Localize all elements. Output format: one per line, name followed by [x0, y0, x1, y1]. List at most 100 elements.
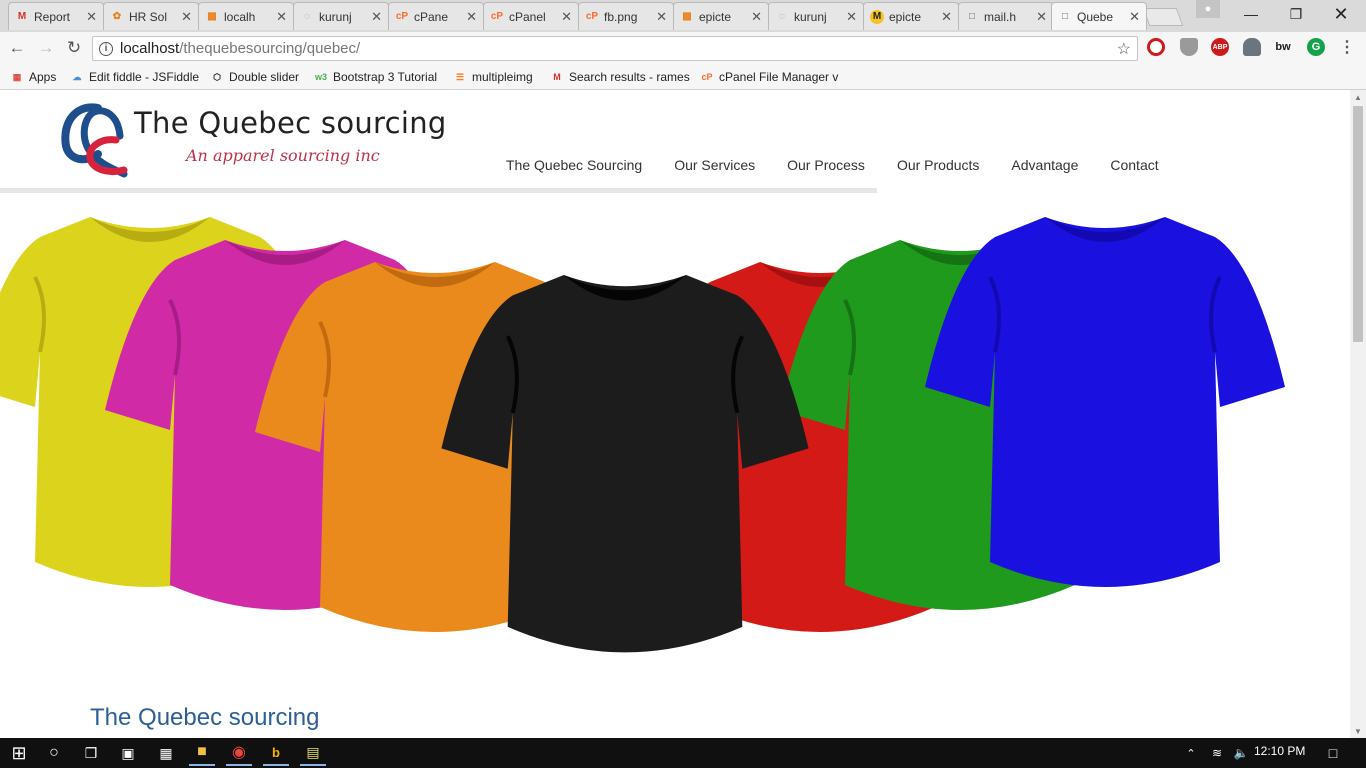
tab-close-icon[interactable]: ✕	[941, 9, 952, 25]
reload-button[interactable]: ↻	[63, 37, 85, 59]
loading-icon: ◌	[304, 11, 310, 22]
header-divider	[0, 188, 877, 193]
bookmark-item[interactable]: w3 Bootstrap 3 Tutorial	[314, 68, 437, 86]
ghostery-icon[interactable]	[1243, 38, 1261, 56]
page-icon: □	[968, 11, 976, 22]
adblock-icon[interactable]: ABP	[1211, 38, 1229, 56]
gmail-icon: M	[17, 11, 27, 22]
address-bar[interactable]: i localhost/thequebesourcing/quebec/ ☆	[92, 36, 1138, 61]
hero-image	[0, 217, 1285, 653]
bookmark-star-icon[interactable]: ☆	[1117, 39, 1131, 59]
tab-close-icon[interactable]: ✕	[371, 9, 382, 25]
browser-tab[interactable]: ◌ kurunj ✕	[768, 2, 864, 30]
tab-close-icon[interactable]: ✕	[561, 9, 572, 25]
taskbar-clock[interactable]: 12:10 PM	[1254, 744, 1305, 758]
phpmyadmin-icon: ▩	[207, 11, 217, 22]
browser-tab[interactable]: cP cPanel ✕	[483, 2, 579, 30]
bookmarks-bar: ▦ Apps ☁ Edit fiddle - JSFiddle ⬡ Double slid…	[0, 64, 1366, 90]
bookmark-item[interactable]: ☰ multipleimg	[453, 68, 533, 86]
info-icon[interactable]: i	[99, 41, 113, 56]
back-button[interactable]: ←	[6, 37, 28, 59]
browser-tab[interactable]: □ Quebe ✕	[1051, 2, 1147, 30]
notifications-icon[interactable]: □	[1320, 740, 1346, 766]
tab-close-icon[interactable]: ✕	[181, 9, 192, 25]
bing-icon[interactable]: b	[263, 740, 289, 766]
page-scrollbar[interactable]: ▲ ▼	[1350, 90, 1366, 738]
browser-tab[interactable]: cP fb.png ✕	[578, 2, 674, 30]
site-tagline: An apparel sourcing inc	[186, 146, 380, 165]
tray-expand-icon[interactable]: ⌃	[1178, 740, 1204, 766]
volume-icon[interactable]: 🔈	[1228, 740, 1254, 766]
chrome-icon[interactable]: ◉	[226, 740, 252, 766]
section-heading: The Quebec sourcing	[90, 704, 320, 731]
page-icon: □	[1061, 11, 1069, 22]
url-host: localhost	[120, 40, 180, 57]
browser-tab[interactable]: Mepicte ✕	[863, 2, 959, 30]
tab-close-icon[interactable]: ✕	[1129, 9, 1140, 25]
bookmark-item[interactable]: M Search results - rames	[550, 68, 690, 86]
tab-close-icon[interactable]: ✕	[751, 9, 762, 25]
site-title[interactable]: The Quebec sourcing	[134, 106, 447, 140]
m-icon: M	[870, 9, 884, 24]
bookmark-item[interactable]: ☁ Edit fiddle - JSFiddle	[70, 68, 200, 86]
scroll-down-icon[interactable]: ▼	[1350, 724, 1366, 738]
bookmark-item[interactable]: cP cPanel File Manager v	[700, 68, 838, 86]
browser-tab[interactable]: ✿ HR Sol ✕	[103, 2, 199, 30]
tab-label: epicte	[699, 9, 732, 24]
windows-start-icon[interactable]: ⊞	[6, 740, 32, 766]
browser-tab[interactable]: ▩ epicte ✕	[673, 2, 769, 30]
bookmark-label: cPanel File Manager v	[719, 70, 839, 84]
browser-tab[interactable]: □ mail.h ✕	[958, 2, 1054, 30]
forward-button[interactable]: →	[35, 37, 57, 59]
minimize-icon[interactable]: —	[1228, 0, 1274, 28]
nav-link[interactable]: The Quebec Sourcing	[490, 157, 658, 173]
tab-close-icon[interactable]: ✕	[846, 9, 857, 25]
chrome-menu-icon[interactable]: ⋮	[1338, 38, 1356, 56]
scrollbar-thumb[interactable]	[1353, 106, 1363, 342]
browser-tab[interactable]: cP cPane ✕	[388, 2, 484, 30]
quebec-logo	[61, 103, 128, 178]
nav-link[interactable]: Our Services	[658, 157, 771, 173]
apps-icon: ▦	[12, 71, 22, 82]
grammarly-icon[interactable]: G	[1307, 38, 1325, 56]
restore-icon[interactable]: ❐	[1273, 0, 1319, 28]
app-icon[interactable]: ▦	[153, 740, 179, 766]
w3-icon: w3	[314, 72, 327, 82]
bookmark-item[interactable]: ⬡ Double slider	[210, 68, 299, 86]
nav-link[interactable]: Contact	[1094, 157, 1174, 173]
browser-tab[interactable]: ◌ kurunj ✕	[293, 2, 389, 30]
tab-label: Quebe	[1077, 9, 1114, 24]
tab-close-icon[interactable]: ✕	[1036, 9, 1047, 25]
bw-icon[interactable]: bw	[1274, 38, 1292, 56]
nav-link[interactable]: Our Products	[881, 157, 995, 173]
store-icon[interactable]: ▣	[115, 740, 141, 766]
tab-label: HR Sol	[129, 9, 168, 24]
tab-close-icon[interactable]: ✕	[656, 9, 667, 25]
wifi-icon[interactable]: ≋	[1204, 740, 1230, 766]
close-window-icon[interactable]: ✕	[1318, 0, 1364, 28]
cpanel-icon: cP	[490, 11, 504, 22]
task-view-icon[interactable]: ❐	[78, 740, 104, 766]
nav-link[interactable]: Advantage	[995, 157, 1094, 173]
scroll-up-icon[interactable]: ▲	[1350, 90, 1366, 104]
bookmark-item[interactable]: ▦ Apps	[10, 68, 57, 86]
new-tab-button[interactable]	[1142, 8, 1184, 26]
shield-icon[interactable]	[1180, 38, 1198, 56]
cpanel-icon: cP	[395, 11, 409, 22]
tab-close-icon[interactable]: ✕	[466, 9, 477, 25]
notepad-icon[interactable]: ▤	[300, 740, 326, 766]
tab-close-icon[interactable]: ✕	[276, 9, 287, 25]
nav-link[interactable]: Our Process	[771, 157, 881, 173]
bookmark-label: Search results - rames	[569, 70, 690, 84]
opera-icon[interactable]	[1147, 38, 1165, 56]
tab-close-icon[interactable]: ✕	[86, 9, 97, 25]
profile-icon[interactable]: ●	[1196, 0, 1220, 18]
browser-tab[interactable]: M Report ✕	[8, 2, 104, 30]
browser-tab[interactable]: ▩ localh ✕	[198, 2, 294, 30]
file-explorer-icon[interactable]: ■	[189, 740, 215, 766]
tab-label: kurunj	[319, 9, 352, 24]
tab-label: localh	[224, 9, 256, 24]
tab-label: Report	[34, 9, 71, 24]
bookmark-label: Apps	[29, 70, 57, 84]
cortana-icon[interactable]: ○	[41, 740, 67, 766]
